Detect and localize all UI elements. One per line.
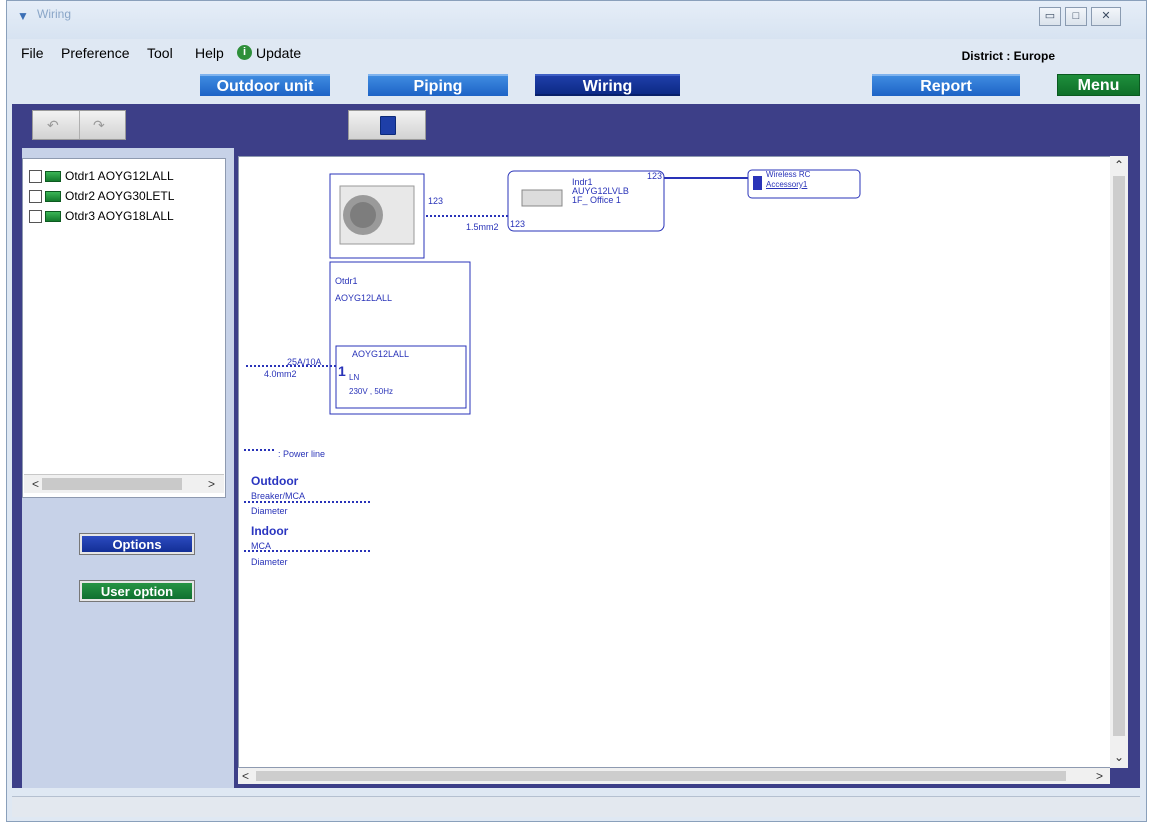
outdoor-unit-icon [45, 191, 61, 202]
unit-label: Otdr3 AOYG18LALL [65, 209, 174, 223]
tab-outdoor-unit[interactable]: Outdoor unit [200, 74, 330, 96]
menu-update[interactable]: Update [256, 45, 301, 61]
unit-checkbox[interactable] [29, 210, 42, 223]
canvas-horizontal-scrollbar[interactable]: < > [238, 768, 1110, 784]
minimize-button[interactable]: ▭ [1039, 7, 1061, 26]
menu-file[interactable]: File [21, 45, 44, 61]
outdoor-unit-list: Otdr1 AOYG12LALL Otdr2 AOYG30LETL Otdr3 … [22, 158, 226, 498]
indoor-port-right-label: 123 [647, 171, 663, 181]
legend-breaker-mca: Breaker/MCA [251, 491, 306, 501]
menu-preference[interactable]: Preference [61, 45, 129, 61]
outdoor-port-label: 123 [428, 196, 444, 206]
indoor-location: 1F_ Office 1 [572, 195, 621, 205]
scroll-thumb[interactable] [42, 478, 182, 490]
indoor-unit-image [521, 189, 563, 207]
legend-mca: MCA [251, 541, 271, 551]
toolbar: ↶ ↷ [12, 104, 1140, 148]
scroll-thumb[interactable] [1113, 176, 1125, 736]
otdr-model: AOYG12LALL [335, 293, 393, 303]
tab-wiring[interactable]: Wiring [535, 74, 680, 96]
legend-diameter-1: Diameter [251, 506, 288, 516]
scroll-up-icon[interactable]: ⌃ [1114, 158, 1124, 172]
tab-menu[interactable]: Menu [1057, 74, 1140, 96]
wiring-diagram [244, 169, 861, 552]
redo-icon[interactable]: ↷ [93, 117, 105, 134]
outdoor-unit-icon [45, 211, 61, 222]
remote-accessory: Accessory1 [766, 180, 808, 189]
status-bar [12, 796, 1140, 817]
tab-piping[interactable]: Piping [368, 74, 508, 96]
app-logo-icon: ▼ [17, 9, 29, 23]
maximize-button[interactable]: □ [1065, 7, 1087, 26]
unit-label: Otdr1 AOYG12LALL [65, 169, 174, 183]
tab-report[interactable]: Report [872, 74, 1020, 96]
scroll-right-icon[interactable]: > [208, 477, 215, 491]
otdr-name: Otdr1 [335, 276, 358, 286]
trash-icon [380, 116, 396, 135]
inner-ln: LN [349, 373, 360, 382]
remote-icon [753, 176, 762, 190]
remote-name: Wireless RC [766, 170, 811, 179]
unit-checkbox[interactable] [29, 170, 42, 183]
indoor-port-left-label: 123 [510, 219, 526, 229]
window-title: Wiring [37, 7, 72, 21]
legend-diameter-2: Diameter [251, 557, 288, 567]
menu-tool[interactable]: Tool [147, 45, 173, 61]
inner-model: AOYG12LALL [352, 349, 410, 359]
unit-checkbox[interactable] [29, 190, 42, 203]
unit-label: Otdr2 AOYG30LETL [65, 189, 175, 203]
delete-button[interactable] [348, 110, 426, 140]
user-option-button[interactable]: User option [79, 580, 195, 602]
district-label: District : Europe [961, 49, 1055, 63]
scroll-left-icon[interactable]: < [32, 477, 39, 491]
options-button[interactable]: Options [79, 533, 195, 555]
undo-icon[interactable]: ↶ [47, 117, 59, 134]
unit-list-scrollbar[interactable]: < > [24, 474, 224, 493]
inner-power: 230V , 50Hz [349, 387, 394, 396]
outdoor-unit-icon [45, 171, 61, 182]
undo-redo-group: ↶ ↷ [32, 110, 126, 140]
legend-outdoor: Outdoor [251, 474, 299, 488]
scroll-down-icon[interactable]: ⌄ [1114, 750, 1124, 764]
info-icon: i [237, 45, 252, 60]
divider [79, 111, 80, 139]
menu-help[interactable]: Help [195, 45, 224, 61]
close-button[interactable]: ✕ [1091, 7, 1121, 26]
cable-size-label: 1.5mm2 [466, 222, 499, 232]
scroll-right-icon[interactable]: > [1096, 769, 1103, 783]
legend-indoor: Indoor [251, 524, 289, 538]
scroll-thumb[interactable] [256, 771, 1066, 781]
title-bar: ▼ Wiring ▭ □ ✕ [7, 1, 1146, 39]
power-cable-label: 4.0mm2 [264, 369, 297, 379]
legend-power-line: : Power line [278, 449, 326, 459]
inner-number: 1 [338, 363, 346, 379]
canvas-vertical-scrollbar[interactable]: ⌃ ⌄ [1110, 156, 1128, 768]
breaker-label: 25A/10A [287, 357, 322, 367]
scroll-left-icon[interactable]: < [242, 769, 249, 783]
